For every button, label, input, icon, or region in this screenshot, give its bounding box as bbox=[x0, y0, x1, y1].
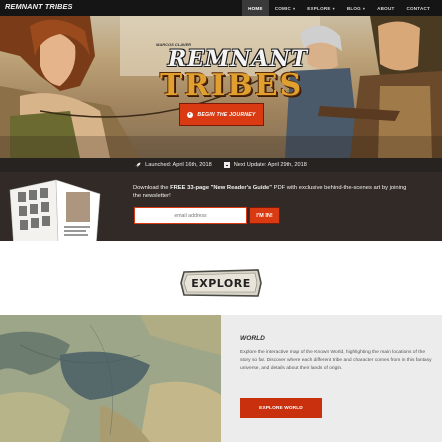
next-update-text: Next Update: April 29th, 2018 bbox=[233, 162, 307, 168]
nav-item-explore-label: EXPLORE bbox=[307, 5, 331, 11]
nav-item-about[interactable]: ABOUT bbox=[371, 0, 400, 16]
world-map-image[interactable] bbox=[0, 315, 221, 442]
newsletter-text-bold: FREE 33-page "New Reader's Guide" bbox=[170, 185, 272, 191]
chevron-down-icon: ▾ bbox=[362, 5, 366, 11]
world-description: Explore the interactive map of the Known… bbox=[240, 350, 432, 371]
chevron-down-icon: ▾ bbox=[293, 5, 296, 11]
nav-item-about-label: ABOUT bbox=[377, 5, 395, 11]
nav-item-contact-label: CONTACT bbox=[406, 5, 430, 11]
world-map-graphic bbox=[0, 315, 221, 442]
chevron-down-icon: ▾ bbox=[332, 5, 335, 11]
calendar-icon bbox=[223, 162, 230, 168]
nav-item-comic[interactable]: COMIC ▾ bbox=[269, 0, 302, 16]
nav-item-blog-label: BLOG bbox=[346, 5, 361, 11]
subscribe-button[interactable]: I'M IN! bbox=[249, 207, 280, 224]
hero-banner: MARCOS CLAVER REMNANT TRIBES BEGIN THE J… bbox=[0, 16, 442, 158]
nav-item-blog[interactable]: BLOG ▾ bbox=[341, 0, 371, 16]
explore-world-button[interactable]: EXPLORE WORLD bbox=[240, 398, 322, 418]
top-navbar: REMNANT TRIBES HOME COMIC ▾ EXPLORE ▾ BLOG… bbox=[0, 0, 442, 16]
nav-item-comic-label: COMIC bbox=[274, 5, 292, 11]
begin-journey-button[interactable]: BEGIN THE JOURNEY bbox=[179, 103, 264, 126]
launch-date-text: Launched: April 16th, 2018 bbox=[145, 162, 212, 168]
world-title: WORLD bbox=[240, 335, 265, 342]
nav-item-home[interactable]: HOME bbox=[242, 0, 269, 16]
launch-info-bar: Launched: April 16th, 2018 Next Update: … bbox=[0, 158, 442, 172]
newsletter-text-before: Download the bbox=[133, 185, 171, 191]
rocket-icon bbox=[135, 162, 141, 168]
logo-subtitle: TRIBES bbox=[160, 68, 304, 103]
explore-heading: EXPLORE bbox=[191, 276, 251, 290]
next-update: Next Update: April 29th, 2018 bbox=[223, 162, 307, 168]
nav-item-explore[interactable]: EXPLORE ▾ bbox=[301, 0, 341, 16]
main-menu: HOME COMIC ▾ EXPLORE ▾ BLOG ▾ ABOUT CONTACT bbox=[242, 0, 436, 16]
launch-date: Launched: April 16th, 2018 bbox=[135, 162, 212, 168]
nav-item-contact[interactable]: CONTACT bbox=[400, 0, 436, 16]
play-icon bbox=[187, 111, 194, 118]
readers-guide-book-image bbox=[9, 179, 101, 251]
email-field[interactable] bbox=[134, 207, 247, 224]
newsletter-text: Download the FREE 33-page "New Reader's … bbox=[133, 184, 413, 200]
explore-section: EXPLORE bbox=[0, 241, 442, 315]
nav-item-home-label: HOME bbox=[248, 5, 263, 11]
site-brand[interactable]: REMNANT TRIBES bbox=[5, 2, 73, 11]
begin-journey-label: BEGIN THE JOURNEY bbox=[197, 111, 256, 118]
